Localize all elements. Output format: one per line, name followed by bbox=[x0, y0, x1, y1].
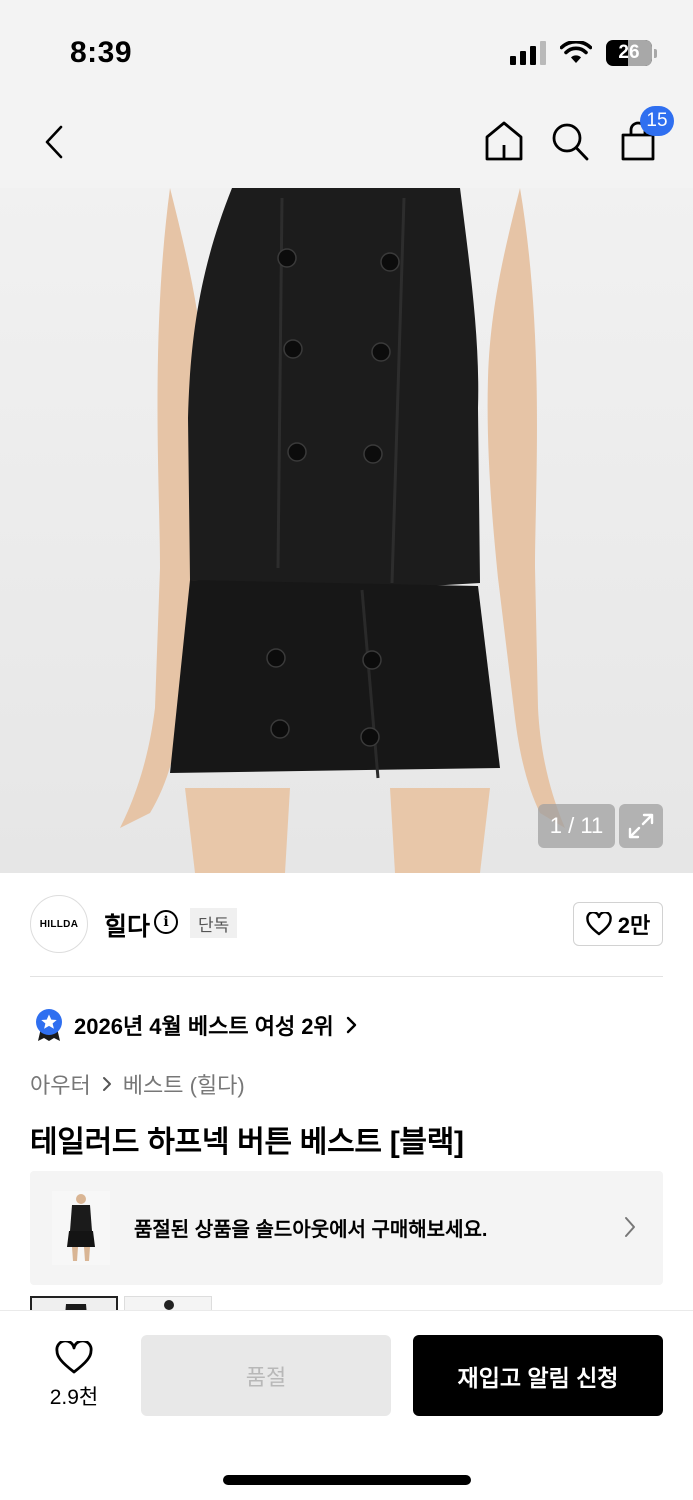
battery-level: 26 bbox=[618, 42, 640, 63]
back-icon bbox=[45, 125, 63, 159]
wishlist-button[interactable]: 2.9천 bbox=[36, 1341, 112, 1411]
ranking-link[interactable]: 2026년 4월 베스트 여성 2위 bbox=[34, 1008, 358, 1042]
heart-icon bbox=[586, 912, 612, 936]
battery-icon: 26 bbox=[606, 40, 657, 66]
bottom-action-bar: 2.9천 품절 재입고 알림 신청 bbox=[0, 1310, 693, 1500]
divider bbox=[30, 976, 663, 977]
soldout-banner-text: 품절된 상품을 솔드아웃에서 구매해보세요. bbox=[134, 1219, 488, 1241]
product-image-carousel[interactable] bbox=[0, 188, 693, 873]
heart-icon bbox=[55, 1341, 93, 1374]
product-photo bbox=[120, 188, 565, 873]
wishlist-count: 2.9천 bbox=[49, 1386, 99, 1409]
soldout-banner[interactable]: 품절된 상품을 솔드아웃에서 구매해보세요. bbox=[30, 1171, 663, 1285]
wifi-icon bbox=[560, 41, 592, 63]
brand-row: HILLDA 힐다 i 단독 2만 bbox=[30, 895, 663, 955]
cart-count-badge: 15 bbox=[640, 106, 674, 136]
status-icons: 26 bbox=[510, 40, 657, 66]
ranking-text: 2026년 4월 베스트 여성 2위 bbox=[74, 1014, 334, 1039]
brand-logo[interactable]: HILLDA bbox=[30, 895, 88, 953]
best-badge-icon bbox=[36, 1009, 62, 1041]
search-icon bbox=[552, 123, 589, 161]
breadcrumb-item[interactable]: 아우터 bbox=[30, 1068, 91, 1100]
brand-like-button[interactable]: 2만 bbox=[573, 902, 663, 946]
home-indicator bbox=[223, 1475, 471, 1485]
chevron-right-icon bbox=[102, 1077, 111, 1091]
cellular-signal-icon bbox=[510, 41, 546, 65]
breadcrumb-item[interactable]: 베스트 (힐다) bbox=[123, 1068, 245, 1100]
expand-image-button[interactable] bbox=[619, 804, 663, 848]
expand-icon bbox=[628, 813, 654, 839]
status-time: 8:39 bbox=[70, 36, 133, 69]
chevron-right-icon bbox=[346, 1016, 356, 1034]
top-nav-bar: 15 bbox=[0, 100, 693, 188]
cart-button[interactable]: 15 bbox=[616, 106, 674, 164]
breadcrumb: 아우터 베스트 (힐다) bbox=[30, 1068, 245, 1100]
home-icon bbox=[485, 121, 523, 161]
exclusive-badge: 단독 bbox=[190, 908, 238, 938]
product-title: 테일러드 하프넥 버튼 베스트 [블랙] bbox=[30, 1126, 464, 1159]
back-button[interactable] bbox=[34, 120, 74, 164]
soldout-button: 품절 bbox=[141, 1335, 391, 1416]
banner-product-thumbnail bbox=[52, 1191, 110, 1265]
search-button[interactable] bbox=[548, 118, 592, 164]
chevron-right-icon bbox=[625, 1217, 635, 1237]
info-icon[interactable]: i bbox=[154, 910, 178, 934]
brand-like-count: 2만 bbox=[617, 913, 651, 938]
brand-name[interactable]: 힐다 bbox=[104, 907, 150, 943]
status-bar: 8:39 26 bbox=[0, 0, 693, 100]
image-counter: 1 / 11 bbox=[538, 804, 615, 848]
home-button[interactable] bbox=[482, 118, 526, 164]
restock-alert-button[interactable]: 재입고 알림 신청 bbox=[413, 1335, 663, 1416]
